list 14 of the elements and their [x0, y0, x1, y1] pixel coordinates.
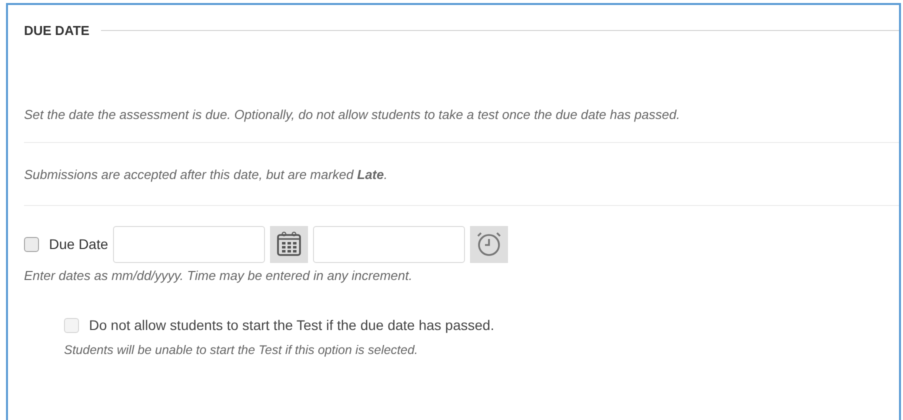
- clock-button[interactable]: [470, 226, 508, 262]
- calendar-button[interactable]: [270, 226, 308, 262]
- clock-icon: [475, 230, 504, 258]
- date-hint-text: Enter dates as mm/dd/yyyy. Time may be entered in any increment.: [24, 266, 414, 285]
- due-date-label: Due Date: [49, 234, 108, 254]
- section-title: DUE DATE: [24, 22, 90, 40]
- description-text: Set the date the assessment is due. Optionally, do not allow students to take a test once the due date has passed.: [24, 106, 681, 124]
- date-field[interactable]: [113, 226, 266, 262]
- option-label: Do not allow students to start the Test if the due date has passed.: [89, 316, 494, 335]
- late-note-text: Submissions are accepted after this date, but are marked Late.: [24, 166, 388, 184]
- calendar-icon: [275, 230, 304, 258]
- time-field[interactable]: [313, 226, 466, 262]
- option-hint-text: Students will be unable to start the Test if this option is selected.: [63, 342, 419, 359]
- checkbox[interactable]: [24, 236, 39, 252]
